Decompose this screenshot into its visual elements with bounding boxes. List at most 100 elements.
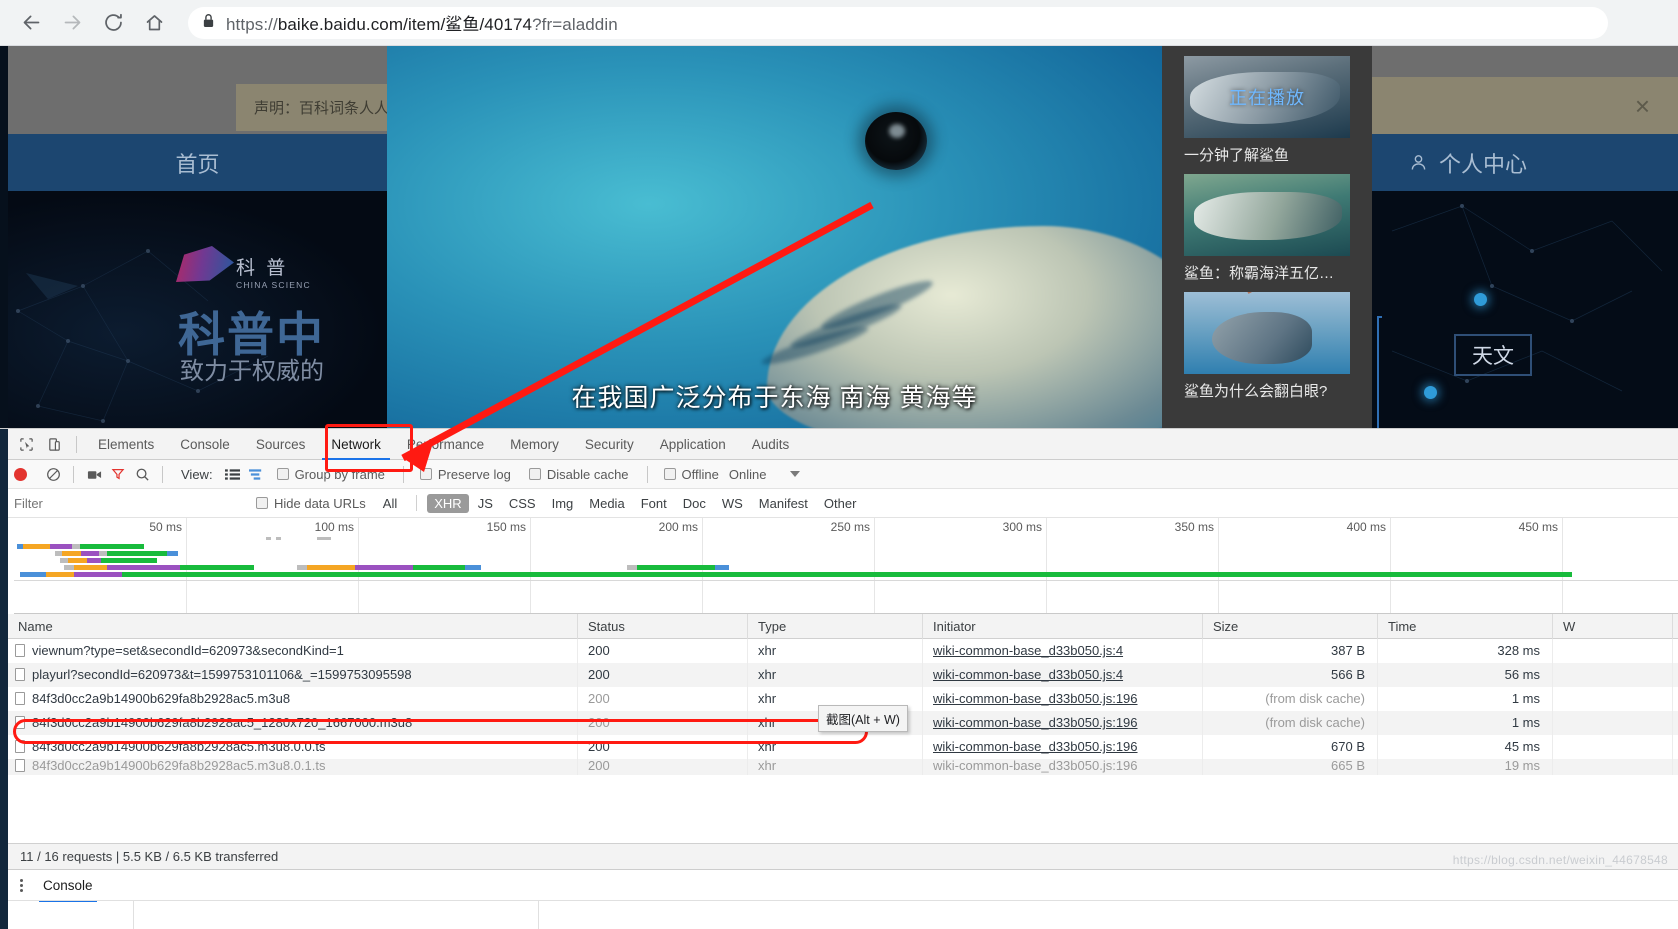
row-waterfall: [1553, 663, 1673, 687]
row-size: 387 B: [1203, 639, 1378, 663]
type-filter-all[interactable]: All: [376, 494, 404, 513]
playlist-item[interactable]: 鲨鱼：称霸海洋五亿…: [1184, 174, 1360, 283]
nav-home-link[interactable]: 首页: [175, 147, 219, 179]
column-header-type[interactable]: Type: [748, 614, 923, 639]
tab-security[interactable]: Security: [572, 429, 647, 460]
type-filter-js[interactable]: JS: [471, 494, 500, 513]
address-bar[interactable]: https://baike.baidu.com/item/鲨鱼/40174?fr…: [188, 7, 1608, 39]
devtools-panel: Elements Console Sources Network Perform…: [0, 428, 1678, 929]
row-initiator[interactable]: wiki-common-base_d33b050.js:196: [923, 711, 1203, 735]
table-row[interactable]: 84f3d0cc2a9b14900b629fa8b2928ac5.m3u8.0.…: [8, 759, 1678, 775]
tab-memory[interactable]: Memory: [497, 429, 572, 460]
row-size: 566 B: [1203, 663, 1378, 687]
user-center-nav[interactable]: 个人中心: [1372, 134, 1678, 191]
column-header-name[interactable]: Name: [8, 614, 578, 639]
row-name-cell: 84f3d0cc2a9b14900b629fa8b2928ac5.m3u8: [8, 687, 578, 711]
row-time: 1 ms: [1378, 711, 1553, 735]
row-initiator[interactable]: wiki-common-base_d33b050.js:196: [923, 735, 1203, 759]
waterfall-view-icon[interactable]: [245, 463, 269, 485]
preserve-log-checkbox[interactable]: Preserve log: [412, 467, 519, 482]
record-button-icon[interactable]: [14, 468, 27, 481]
row-type: xhr: [748, 663, 923, 687]
home-icon[interactable]: [137, 6, 171, 40]
chevron-down-icon[interactable]: [790, 471, 800, 477]
row-initiator[interactable]: wiki-common-base_d33b050.js:4: [923, 663, 1203, 687]
video-player[interactable]: 在我国广泛分布于东海 南海 黄海等: [387, 46, 1162, 428]
overview-bottom-grid: [14, 581, 1678, 614]
overview-tick: 350 ms: [1175, 520, 1218, 534]
type-filter-other[interactable]: Other: [817, 494, 864, 513]
decoration-dot: [1424, 386, 1437, 399]
type-filter-manifest[interactable]: Manifest: [752, 494, 815, 513]
capture-screenshots-icon[interactable]: [82, 463, 106, 485]
hide-data-urls-checkbox[interactable]: Hide data URLs: [248, 496, 374, 511]
row-initiator[interactable]: wiki-common-base_d33b050.js:4: [923, 639, 1203, 663]
column-header-status[interactable]: Status: [578, 614, 748, 639]
table-row[interactable]: playurl?secondId=620973&t=1599753101106&…: [8, 663, 1678, 687]
group-by-frame-checkbox[interactable]: Group by frame: [269, 467, 393, 482]
back-icon[interactable]: [14, 6, 48, 40]
checkbox-box: [664, 468, 676, 480]
type-filter-ws[interactable]: WS: [715, 494, 750, 513]
more-options-icon[interactable]: [20, 879, 23, 892]
playlist-item[interactable]: 鲨鱼为什么会翻白眼?: [1184, 292, 1360, 401]
table-row[interactable]: 84f3d0cc2a9b14900b629fa8b2928ac5.m3u8.0.…: [8, 735, 1678, 759]
offline-checkbox[interactable]: Offline: [656, 467, 727, 482]
group-by-frame-label: Group by frame: [295, 467, 385, 482]
playlist-thumbnail[interactable]: [1184, 292, 1350, 374]
divider: [76, 436, 77, 453]
clear-icon[interactable]: [41, 463, 65, 485]
disable-cache-checkbox[interactable]: Disable cache: [521, 467, 637, 482]
page-left-column: 声明：百科词条人人 首页: [0, 46, 387, 428]
row-status: 200: [578, 639, 748, 663]
list-view-icon[interactable]: [221, 463, 245, 485]
inspect-element-icon[interactable]: [12, 431, 40, 457]
row-initiator[interactable]: wiki-common-base_d33b050.js:196: [923, 687, 1203, 711]
tab-console[interactable]: Console: [167, 429, 243, 460]
forward-icon[interactable]: [55, 6, 89, 40]
console-body[interactable]: [8, 900, 1678, 929]
tab-performance[interactable]: Performance: [394, 429, 497, 460]
kepu-subtitle: 致力于权威的: [180, 351, 324, 386]
column-header-initiator[interactable]: Initiator: [923, 614, 1203, 639]
type-filter-font[interactable]: Font: [634, 494, 674, 513]
column-header-waterfall[interactable]: W: [1553, 614, 1673, 639]
row-name-cell: 84f3d0cc2a9b14900b629fa8b2928ac5.m3u8.0.…: [8, 759, 578, 775]
type-filter-doc[interactable]: Doc: [676, 494, 713, 513]
search-icon[interactable]: [130, 463, 154, 485]
table-row[interactable]: viewnum?type=set&secondId=620973&secondK…: [8, 639, 1678, 663]
playlist-thumbnail[interactable]: 正在播放: [1184, 56, 1350, 138]
drawer-tab-console[interactable]: Console: [39, 873, 97, 898]
type-filter-css[interactable]: CSS: [502, 494, 543, 513]
lock-icon: [202, 13, 215, 33]
tab-application[interactable]: Application: [647, 429, 739, 460]
tab-sources[interactable]: Sources: [243, 429, 319, 460]
site-nav-bar: 首页: [8, 134, 387, 191]
shark-eye: [865, 112, 927, 170]
playlist-thumbnail[interactable]: [1184, 174, 1350, 256]
network-overview-timeline[interactable]: 50 ms 100 ms 150 ms 200 ms 250 ms 300 ms…: [14, 518, 1678, 581]
divider: [162, 466, 163, 483]
type-filter-xhr[interactable]: XHR: [427, 494, 468, 513]
filter-icon[interactable]: [106, 463, 130, 485]
video-subtitle: 在我国广泛分布于东海 南海 黄海等: [387, 378, 1162, 414]
row-waterfall: [1553, 639, 1673, 663]
tab-elements[interactable]: Elements: [85, 429, 167, 460]
device-toolbar-icon[interactable]: [40, 431, 68, 457]
column-header-time[interactable]: Time: [1378, 614, 1553, 639]
column-header-size[interactable]: Size: [1203, 614, 1378, 639]
throttling-select[interactable]: Online: [729, 467, 775, 482]
tab-network[interactable]: Network: [318, 429, 394, 460]
close-icon[interactable]: ×: [1635, 93, 1650, 119]
row-initiator[interactable]: wiki-common-base_d33b050.js:196: [923, 759, 1203, 775]
filter-input[interactable]: [14, 494, 222, 513]
checkbox-box: [420, 468, 432, 480]
type-filter-media[interactable]: Media: [582, 494, 631, 513]
screenshot-tooltip: 截图(Alt + W): [818, 705, 908, 732]
chip-astronomy[interactable]: 天文: [1454, 334, 1532, 376]
type-filter-img[interactable]: Img: [545, 494, 581, 513]
playlist-item-label: 鲨鱼：称霸海洋五亿…: [1184, 262, 1360, 283]
reload-icon[interactable]: [96, 6, 130, 40]
playlist-item[interactable]: 正在播放 一分钟了解鲨鱼: [1184, 56, 1360, 165]
tab-audits[interactable]: Audits: [739, 429, 803, 460]
